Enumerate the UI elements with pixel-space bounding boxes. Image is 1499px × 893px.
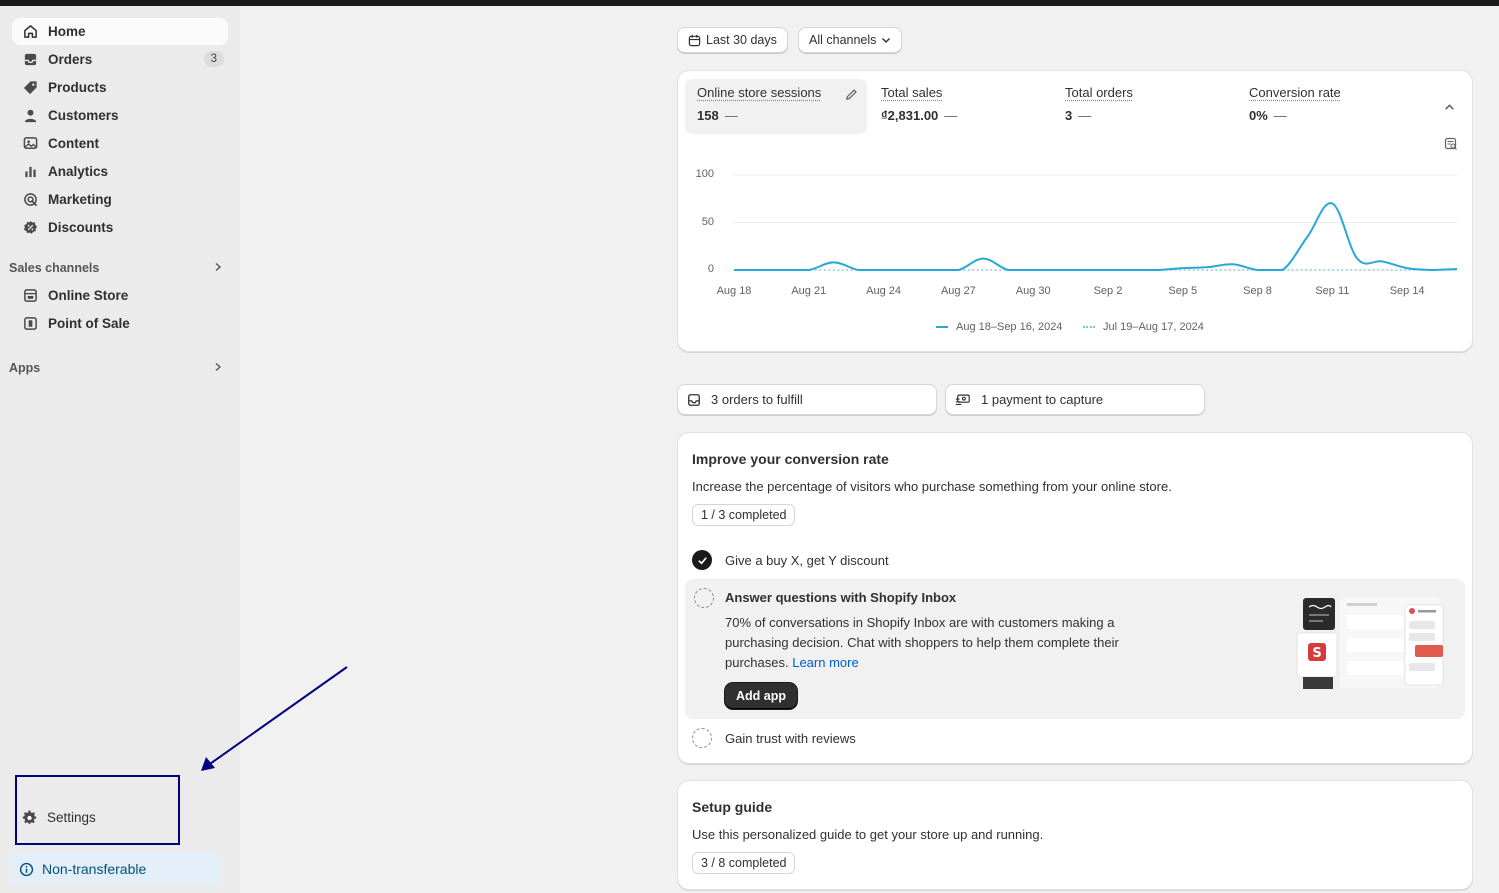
step-shopify-inbox-expanded: Answer questions with Shopify Inbox 70% … xyxy=(685,579,1465,719)
sidebar-item-products[interactable]: Products xyxy=(12,74,228,101)
sidebar-item-discounts[interactable]: Discounts xyxy=(12,214,228,241)
legend-item-previous[interactable]: Jul 19–Aug 17, 2024 xyxy=(1083,321,1204,333)
non-transferable-banner[interactable]: Non-transferable xyxy=(9,852,221,886)
orders-count-badge: 3 xyxy=(203,51,224,67)
sales-channels-header[interactable]: Sales channels xyxy=(9,261,229,275)
legend-swatch xyxy=(1083,326,1095,328)
step-description: 70% of conversations in Shopify Inbox ar… xyxy=(725,615,1119,670)
check-circle-icon xyxy=(692,550,712,570)
payment-to-capture-button[interactable]: 1 payment to capture xyxy=(945,384,1205,415)
sessions-line-chart xyxy=(734,174,1458,272)
setup-guide-title: Setup guide xyxy=(692,799,773,815)
sales-channels-title: Sales channels xyxy=(9,261,100,275)
sidebar-item-label: Content xyxy=(48,136,99,151)
setup-guide-card: Setup guide Use this personalized guide … xyxy=(677,780,1473,890)
shopify-inbox-illustration: S xyxy=(1296,598,1444,689)
sidebar-item-orders[interactable]: Orders 3 xyxy=(12,46,228,73)
channels-label: All channels xyxy=(809,33,877,47)
settings-label: Settings xyxy=(47,809,96,825)
learn-more-link[interactable]: Learn more xyxy=(792,655,858,670)
gear-icon xyxy=(22,810,37,825)
home-icon xyxy=(22,24,38,40)
legend-swatch xyxy=(936,326,948,328)
orders-to-fulfill-label: 3 orders to fulfill xyxy=(711,392,803,407)
chevron-down-icon xyxy=(881,35,891,45)
inbox-icon xyxy=(687,393,701,407)
calendar-icon xyxy=(688,34,701,47)
annotation-arrow xyxy=(201,666,348,771)
add-app-button[interactable]: Add app xyxy=(725,683,797,709)
image-icon xyxy=(22,136,38,152)
svg-text:S: S xyxy=(1312,646,1321,661)
conversion-card-description: Increase the percentage of visitors who … xyxy=(692,479,1172,494)
bar-chart-icon xyxy=(22,164,38,180)
sidebar-item-label: Analytics xyxy=(48,164,109,179)
store-icon xyxy=(22,288,38,304)
chevron-right-icon xyxy=(213,361,223,375)
conversion-card-title: Improve your conversion rate xyxy=(692,451,889,467)
apps-header[interactable]: Apps xyxy=(9,361,229,375)
setup-progress-badge: 3 / 8 completed xyxy=(692,852,796,874)
step-label: Give a buy X, get Y discount xyxy=(725,552,889,568)
channels-dropdown[interactable]: All channels xyxy=(798,27,903,53)
analytics-card: Online store sessions 158— Total sales ₫… xyxy=(677,70,1473,352)
sidebar-item-settings[interactable]: Settings xyxy=(12,803,172,831)
sidebar-item-label: Customers xyxy=(48,108,119,123)
info-icon xyxy=(19,862,34,877)
sidebar-item-analytics[interactable]: Analytics xyxy=(12,158,228,185)
payment-to-capture-label: 1 payment to capture xyxy=(981,392,1104,407)
sidebar-item-online-store[interactable]: Online Store xyxy=(12,282,228,309)
step-buy-x-get-y[interactable]: Give a buy X, get Y discount xyxy=(692,550,889,570)
dashed-circle-icon[interactable] xyxy=(694,588,714,608)
series-line-current xyxy=(734,202,1458,272)
legend-label: Jul 19–Aug 17, 2024 xyxy=(1103,321,1204,333)
cash-icon xyxy=(955,393,971,407)
inbox-icon xyxy=(22,52,38,68)
tag-icon xyxy=(22,80,38,96)
sidebar-item-label: Discounts xyxy=(48,220,114,235)
apps-title: Apps xyxy=(9,361,41,375)
sidebar-item-label: Home xyxy=(48,24,86,39)
step-gain-trust-reviews[interactable]: Gain trust with reviews xyxy=(692,728,856,748)
pos-icon xyxy=(22,316,38,332)
target-icon xyxy=(22,192,38,208)
conversion-progress-badge: 1 / 3 completed xyxy=(692,504,796,526)
sidebar-item-content[interactable]: Content xyxy=(12,130,228,157)
person-icon xyxy=(22,108,38,124)
date-range-button[interactable]: Last 30 days xyxy=(677,27,788,53)
orders-to-fulfill-button[interactable]: 3 orders to fulfill xyxy=(677,384,937,415)
setup-guide-description: Use this personalized guide to get your … xyxy=(692,827,1044,842)
sidebar-item-point-of-sale[interactable]: Point of Sale xyxy=(12,310,228,337)
dashed-circle-icon xyxy=(692,728,712,748)
step-label: Gain trust with reviews xyxy=(725,730,856,746)
sidebar-item-label: Orders xyxy=(48,52,93,67)
sidebar-item-label: Online Store xyxy=(48,288,129,303)
sidebar-item-home[interactable]: Home xyxy=(12,18,228,45)
sidebar-item-marketing[interactable]: Marketing xyxy=(12,186,228,213)
conversion-rate-card: Improve your conversion rate Increase th… xyxy=(677,432,1473,764)
non-transferable-label: Non-transferable xyxy=(42,861,147,877)
sidebar-item-label: Products xyxy=(48,80,107,95)
chevron-right-icon xyxy=(213,261,223,275)
discount-icon xyxy=(22,220,38,236)
sidebar-item-customers[interactable]: Customers xyxy=(12,102,228,129)
date-range-label: Last 30 days xyxy=(706,33,777,47)
sidebar-item-label: Point of Sale xyxy=(48,316,130,331)
step-title: Answer questions with Shopify Inbox xyxy=(725,590,957,605)
legend-label: Aug 18–Sep 16, 2024 xyxy=(956,321,1063,333)
legend-item-current[interactable]: Aug 18–Sep 16, 2024 xyxy=(936,321,1062,333)
sidebar-item-label: Marketing xyxy=(48,192,112,207)
